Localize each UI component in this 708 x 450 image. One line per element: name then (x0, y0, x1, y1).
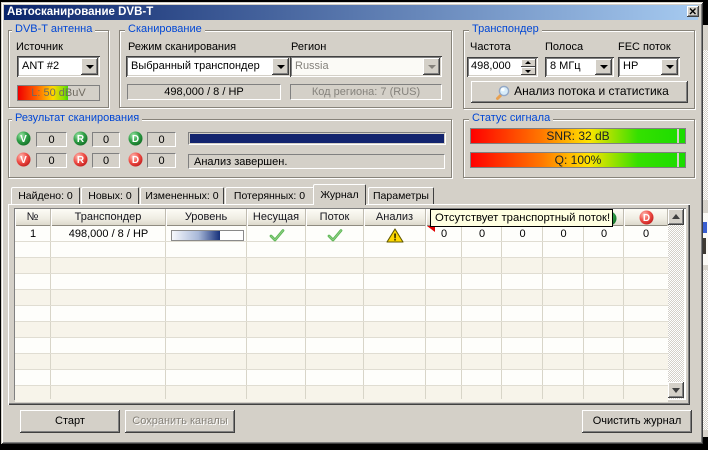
svg-text:D: D (132, 134, 139, 145)
svg-text:!: ! (393, 233, 396, 244)
svg-text:R: R (77, 155, 85, 166)
svg-text:R: R (77, 134, 85, 145)
svg-text:V: V (20, 155, 27, 166)
svg-text:D: D (132, 155, 139, 166)
svg-text:D: D (643, 213, 650, 224)
svg-text:V: V (20, 134, 27, 145)
